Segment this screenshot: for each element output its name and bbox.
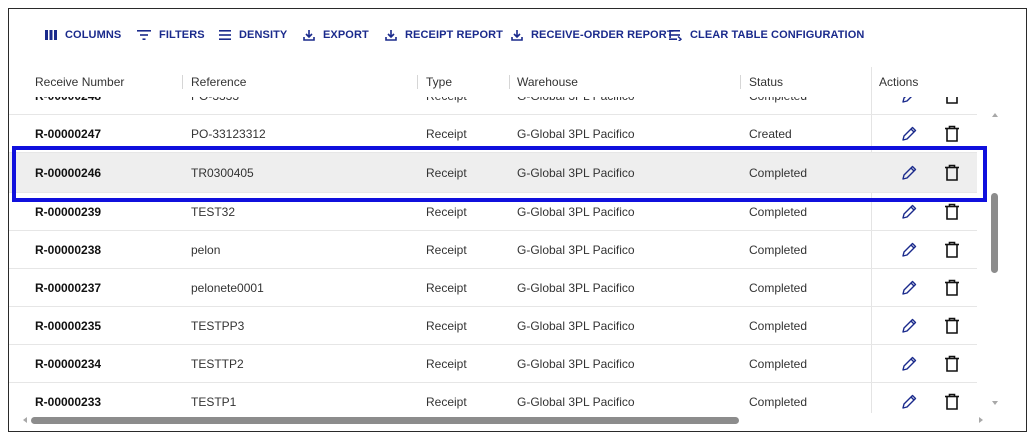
header-type[interactable]: Type <box>426 75 452 89</box>
columns-icon <box>45 30 57 40</box>
cell-reference: pelonete0001 <box>191 281 264 295</box>
vertical-scroll-thumb[interactable] <box>991 193 998 273</box>
pencil-icon[interactable] <box>900 125 918 143</box>
receive-orders-grid: COLUMNS FILTERS DENSITY EXPORT RECEIPT R… <box>8 8 1027 432</box>
pencil-icon[interactable] <box>900 317 918 335</box>
cell-type: Receipt <box>426 357 467 371</box>
trash-icon[interactable] <box>944 97 960 105</box>
cell-status: Completed <box>749 97 807 115</box>
cell-warehouse: G-Global 3PL Pacifico <box>517 319 635 333</box>
cell-receive-number[interactable]: R-00000233 <box>35 383 101 413</box>
column-separator[interactable] <box>509 75 510 89</box>
cell-status: Completed <box>749 395 808 409</box>
columns-button[interactable]: COLUMNS <box>45 27 121 43</box>
trash-icon[interactable] <box>944 393 960 411</box>
pencil-icon[interactable] <box>900 97 918 105</box>
cell-receive-number[interactable]: R-00000235 <box>35 307 101 345</box>
density-label: DENSITY <box>239 29 288 41</box>
download-icon <box>385 30 397 41</box>
scroll-up-arrow-icon[interactable] <box>992 113 998 117</box>
cell-receive-number[interactable]: R-00000237 <box>35 269 101 307</box>
header-warehouse[interactable]: Warehouse <box>517 75 578 89</box>
header-reference[interactable]: Reference <box>191 75 246 89</box>
header-actions: Actions <box>879 75 919 89</box>
cell-type: Receipt <box>426 281 467 295</box>
table-row[interactable]: R-00000233 TESTP1 Receipt G-Global 3PL P… <box>9 383 977 413</box>
cell-status: Completed <box>749 319 808 333</box>
cell-warehouse: G-Global 3PL Pacifico <box>517 243 635 257</box>
clear-config-icon <box>669 30 682 41</box>
trash-icon[interactable] <box>944 203 960 221</box>
table-row[interactable]: R-00000238 pelon Receipt G-Global 3PL Pa… <box>9 231 977 269</box>
cell-reference: TESTPP3 <box>191 319 245 333</box>
table-row[interactable]: R-00000237 pelonete0001 Receipt G-Global… <box>9 269 977 307</box>
filter-icon <box>137 30 151 40</box>
density-icon <box>219 30 231 40</box>
download-icon <box>303 30 315 41</box>
cell-warehouse: G-Global 3PL Pacifico <box>517 97 635 115</box>
receive-order-report-label: RECEIVE-ORDER REPORT <box>531 29 674 41</box>
export-label: EXPORT <box>323 29 369 41</box>
table-row[interactable]: R-00000235 TESTPP3 Receipt G-Global 3PL … <box>9 307 977 345</box>
column-separator[interactable] <box>417 75 418 89</box>
cell-status: Completed <box>749 243 808 257</box>
density-button[interactable]: DENSITY <box>219 27 287 43</box>
trash-icon[interactable] <box>944 355 960 373</box>
filters-label: FILTERS <box>159 29 205 41</box>
filters-button[interactable]: FILTERS <box>137 27 205 43</box>
vertical-scrollbar[interactable] <box>988 105 1002 413</box>
grid-toolbar: COLUMNS FILTERS DENSITY EXPORT RECEIPT R… <box>9 9 1026 61</box>
receipt-report-label: RECEIPT REPORT <box>405 29 503 41</box>
receive-order-report-button[interactable]: RECEIVE-ORDER REPORT <box>511 27 674 43</box>
cell-receive-number[interactable]: R-00000234 <box>35 345 101 383</box>
trash-icon[interactable] <box>944 241 960 259</box>
cell-reference: PO-3333 <box>191 97 239 115</box>
header-status[interactable]: Status <box>749 75 783 89</box>
table-row[interactable]: R-00000248 PO-3333 Receipt G-Global 3PL … <box>9 97 977 115</box>
clear-table-configuration-button[interactable]: CLEAR TABLE CONFIGURATION <box>669 27 864 43</box>
horizontal-scrollbar[interactable] <box>17 413 989 427</box>
cell-type: Receipt <box>426 97 467 115</box>
cell-warehouse: G-Global 3PL Pacifico <box>517 281 635 295</box>
column-separator[interactable] <box>182 75 183 89</box>
cell-receive-number[interactable]: R-00000248 <box>35 97 101 115</box>
pencil-icon[interactable] <box>900 393 918 411</box>
receipt-report-button[interactable]: RECEIPT REPORT <box>385 27 503 43</box>
pencil-icon[interactable] <box>900 203 918 221</box>
pencil-icon[interactable] <box>900 279 918 297</box>
column-header-row: Receive Number Reference Type Warehouse … <box>9 67 1026 97</box>
download-icon <box>511 30 523 41</box>
cell-warehouse: G-Global 3PL Pacifico <box>517 395 635 409</box>
cell-reference: TESTTP2 <box>191 357 244 371</box>
scroll-down-arrow-icon[interactable] <box>992 401 998 405</box>
horizontal-scroll-thumb[interactable] <box>31 417 739 424</box>
table-row[interactable]: R-00000234 TESTTP2 Receipt G-Global 3PL … <box>9 345 977 383</box>
export-button[interactable]: EXPORT <box>303 27 369 43</box>
trash-icon[interactable] <box>944 317 960 335</box>
trash-icon[interactable] <box>944 125 960 143</box>
cell-receive-number[interactable]: R-00000238 <box>35 231 101 269</box>
scroll-left-arrow-icon[interactable] <box>23 417 27 423</box>
cell-status: Completed <box>749 357 808 371</box>
cell-reference: TESTP1 <box>191 395 237 409</box>
column-separator[interactable] <box>740 75 741 89</box>
cell-type: Receipt <box>426 395 467 409</box>
grid-body: R-00000248 PO-3333 Receipt G-Global 3PL … <box>9 97 1026 413</box>
cell-reference: pelon <box>191 243 221 257</box>
cell-status: Completed <box>749 281 808 295</box>
scroll-right-arrow-icon[interactable] <box>979 417 983 423</box>
header-receive-number[interactable]: Receive Number <box>35 75 124 89</box>
selected-row-highlight <box>12 146 987 202</box>
cell-type: Receipt <box>426 243 467 257</box>
trash-icon[interactable] <box>944 279 960 297</box>
pencil-icon[interactable] <box>900 355 918 373</box>
cell-type: Receipt <box>426 319 467 333</box>
columns-label: COLUMNS <box>65 29 122 41</box>
pencil-icon[interactable] <box>900 241 918 259</box>
clear-table-configuration-label: CLEAR TABLE CONFIGURATION <box>690 29 865 41</box>
cell-warehouse: G-Global 3PL Pacifico <box>517 357 635 371</box>
